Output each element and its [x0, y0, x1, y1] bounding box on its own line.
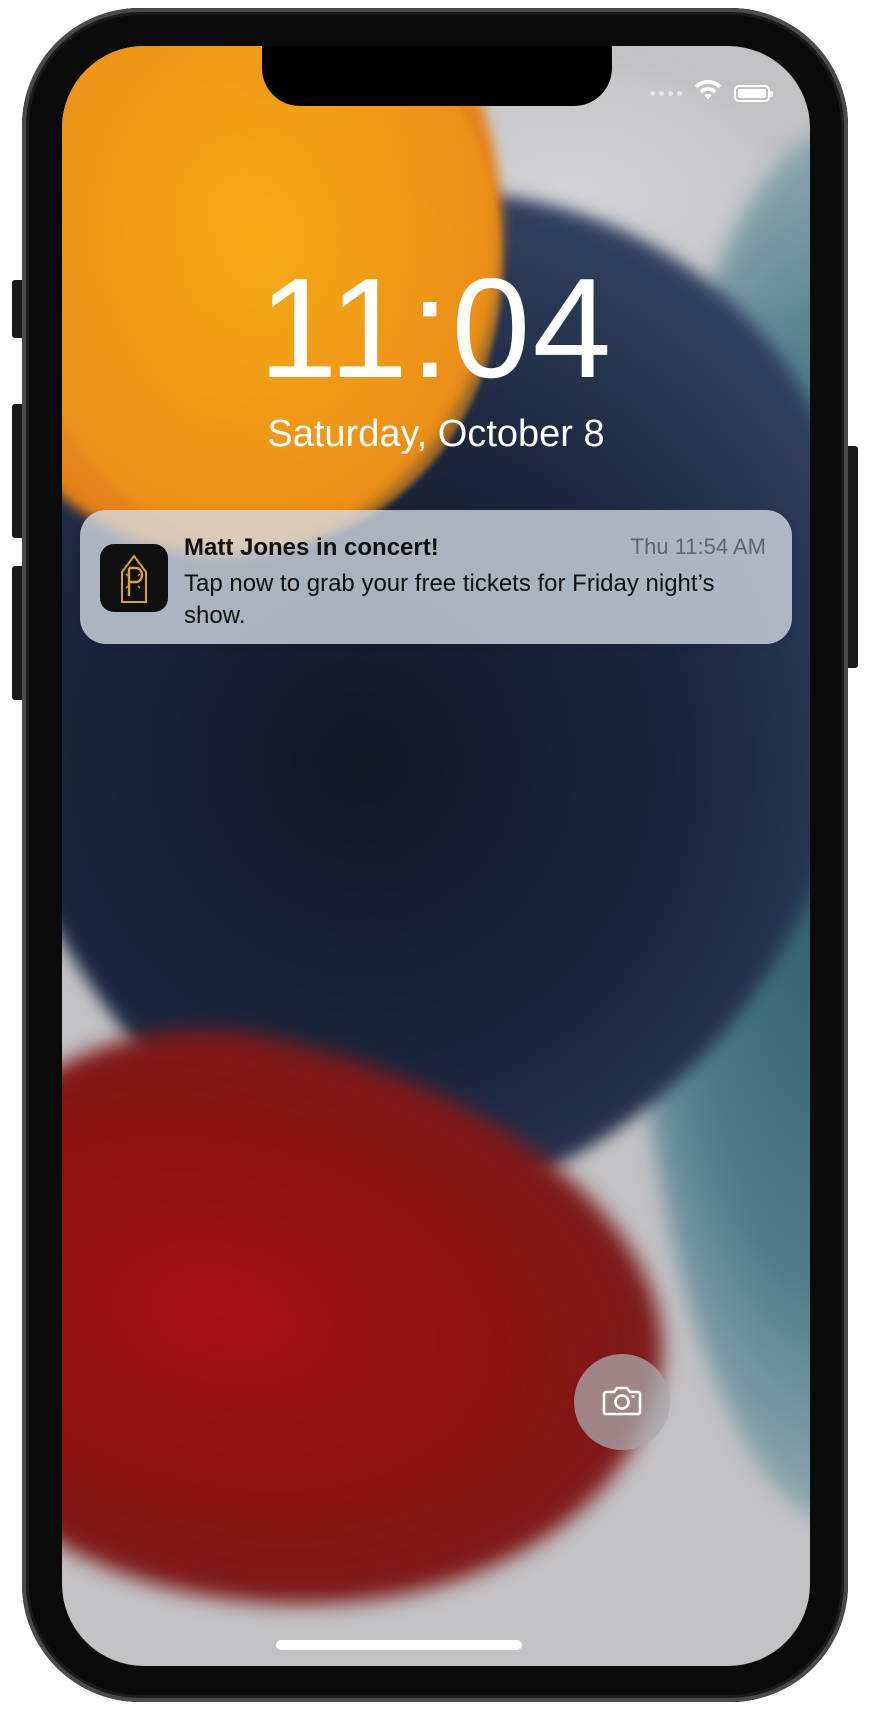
- lock-screen: 11:04 Saturday, October 8 Matt Jones in …: [62, 46, 810, 1666]
- status-bar: [650, 80, 773, 107]
- lock-time: 11:04: [258, 249, 614, 408]
- battery-icon: [734, 85, 773, 102]
- lock-date: Saturday, October 8: [267, 413, 605, 455]
- home-indicator[interactable]: [276, 1640, 522, 1650]
- camera-icon: [602, 1384, 642, 1421]
- notification-title: Matt Jones in concert!: [184, 534, 439, 561]
- notification-body: Tap now to grab your free tickets for Fr…: [184, 570, 715, 629]
- camera-button[interactable]: [574, 1354, 670, 1450]
- wifi-icon: [694, 80, 722, 107]
- cellular-signal-icon: [650, 91, 682, 96]
- app-logo-icon: [100, 544, 168, 612]
- device-mockup: 11:04 Saturday, October 8 Matt Jones in …: [0, 0, 870, 1710]
- notification-card[interactable]: Matt Jones in concert! Thu 11:54 AM Tap …: [80, 510, 792, 644]
- notch: [262, 46, 612, 106]
- notification-timestamp: Thu 11:54 AM: [630, 534, 766, 559]
